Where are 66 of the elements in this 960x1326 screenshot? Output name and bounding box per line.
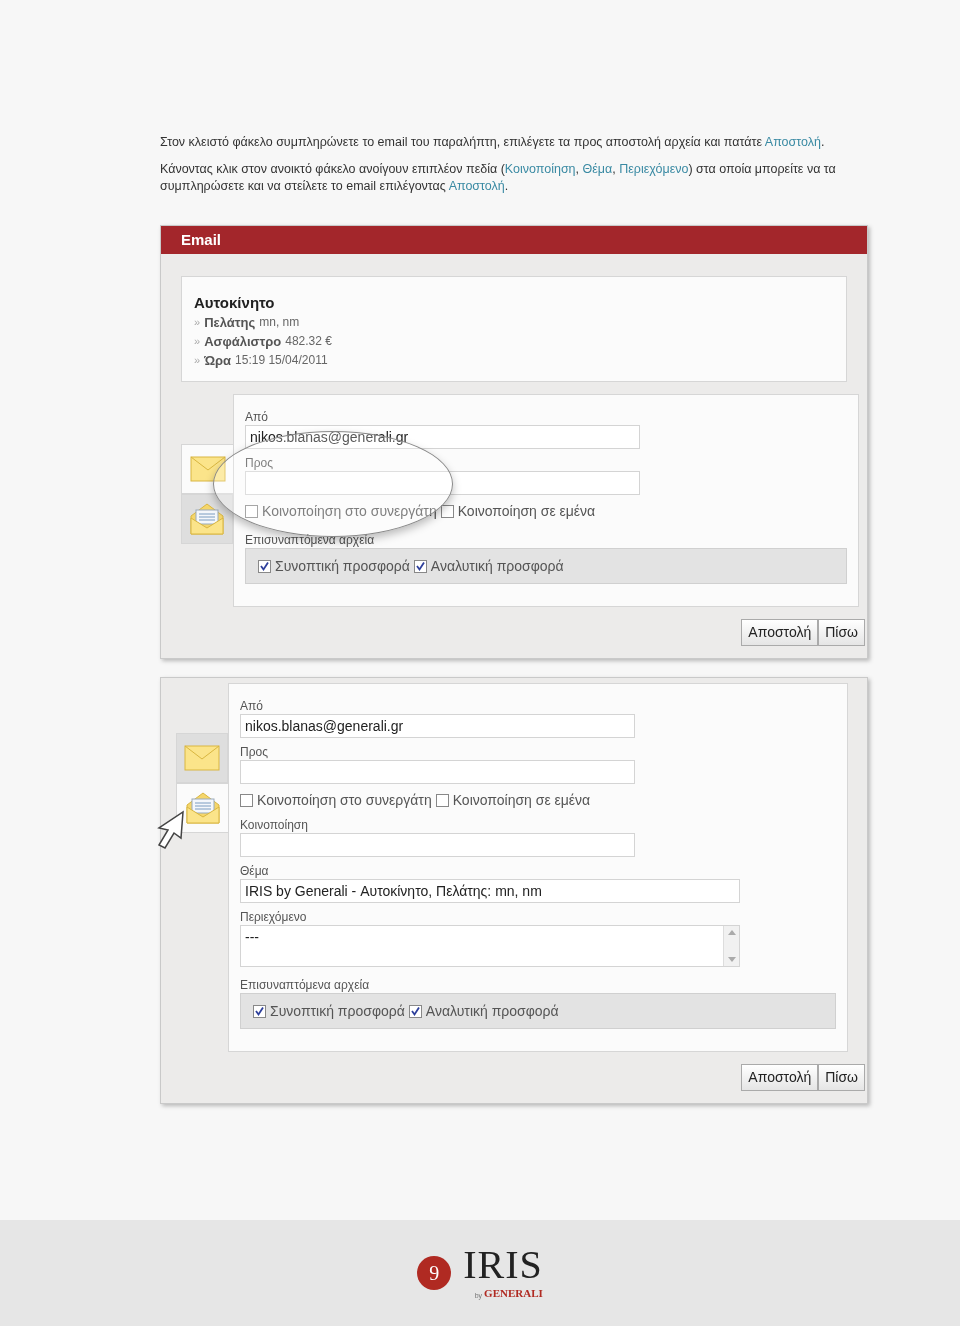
field-label: Από: [240, 698, 264, 714]
checkbox-label: Κοινοποίηση στο συνεργάτη: [257, 791, 432, 810]
dialog-button[interactable]: Αποστολή: [741, 1064, 819, 1091]
envelope-icon: [189, 456, 226, 482]
dialog-button[interactable]: Πίσω: [818, 1064, 865, 1091]
field-label: Επισυναπτόμενα αρχεία: [245, 532, 376, 548]
open-envelope-icon: [184, 791, 221, 825]
checkbox[interactable]: [258, 559, 271, 573]
field-label: Κοινοποίηση: [240, 817, 309, 833]
highlighted-term: Αποστολή: [448, 179, 505, 193]
scroll-up-icon[interactable]: [727, 930, 736, 935]
summary-value: 482.32 €: [285, 333, 332, 350]
field-label: Προς: [245, 455, 274, 471]
chevron-icon: »: [194, 332, 201, 351]
logo-text: IRIS: [463, 1244, 543, 1285]
checkbox[interactable]: [435, 794, 449, 807]
checkbox-label: Κοινοποίηση στο συνεργάτη: [262, 502, 437, 521]
input-field[interactable]: IRIS by Generali - Αυτοκίνητο, Πελάτης: mn, nm: [240, 879, 740, 903]
open-envelope-icon: [189, 502, 225, 536]
highlighted-term: Αποστολή: [764, 135, 821, 149]
checkbox[interactable]: [408, 1004, 422, 1018]
field-label: Από: [245, 409, 269, 425]
checkbox-label: Κοινοποίηση σε εμένα: [457, 502, 596, 521]
checkbox[interactable]: [245, 505, 258, 518]
scroll-down-icon[interactable]: [727, 957, 736, 962]
text-area[interactable]: ---: [240, 925, 740, 967]
summary-label: Πελάτης: [204, 314, 256, 332]
envelope-icon: [184, 745, 220, 771]
summary-value: 15:19 15/04/2011: [235, 352, 328, 369]
scrollbar[interactable]: [723, 926, 739, 966]
checkbox[interactable]: [440, 505, 454, 518]
input-field[interactable]: [240, 833, 635, 857]
highlighted-term: Κοινοποίηση: [504, 162, 576, 176]
input-field[interactable]: [240, 760, 635, 784]
dialog-button[interactable]: Αποστολή: [741, 619, 819, 646]
dialog-title: Email: [181, 229, 222, 250]
input-field[interactable]: [245, 471, 640, 495]
field-label: Θέμα: [240, 863, 270, 879]
checkbox-label: Κοινοποίηση σε εμένα: [452, 791, 591, 810]
checkbox[interactable]: [413, 559, 427, 573]
logo-brand: GENERALI: [484, 1285, 543, 1301]
summary-label: Ώρα: [204, 352, 232, 370]
checkbox-label: Αναλυτική προσφορά: [425, 1001, 559, 1021]
checkbox[interactable]: [253, 1004, 266, 1018]
checkbox-label: Συνοπτική προσφορά: [275, 556, 410, 576]
field-label: Επισυναπτόμενα αρχεία: [240, 977, 371, 993]
summary-value: mn, nm: [259, 314, 300, 331]
field-label: Προς: [240, 744, 269, 760]
envelope-tab[interactable]: [176, 733, 228, 783]
summary-label: Ασφάλιστρο: [204, 333, 282, 351]
chevron-icon: »: [194, 351, 201, 370]
dialog-button[interactable]: Πίσω: [818, 619, 865, 646]
envelope-tab[interactable]: [181, 444, 233, 494]
chevron-icon: »: [194, 313, 201, 332]
field-label: Περιεχόμενο: [240, 909, 308, 925]
page-number: 9: [417, 1256, 452, 1290]
checkbox-label: Αναλυτική προσφορά: [430, 556, 564, 576]
input-field[interactable]: nikos.blanas@generali.gr: [240, 714, 635, 738]
highlighted-term: Περιεχόμενο: [619, 162, 689, 176]
envelope-tab[interactable]: [176, 783, 228, 833]
checkbox[interactable]: [240, 794, 253, 807]
envelope-tab[interactable]: [181, 494, 233, 544]
checkbox-label: Συνοπτική προσφορά: [270, 1001, 405, 1021]
instruction-text: Κάνοντας κλικ στον ανοικτό φάκελο ανοίγουν επιπλέον πεδία (Κοινοποίηση, Θέμα, Περιεχόμενο) στα οποία μπορείτε να τα συμπληρώσετε και να στείλετε το email επιλέγοντας Αποστολή.: [160, 161, 837, 195]
instruction-text: Στον κλειστό φάκελο συμπληρώνετε το email του παραλήπτη, επιλέγετε τα προς αποστολή αρχεία και πατάτε Αποστολή.: [160, 134, 826, 151]
summary-heading: Αυτοκίνητο: [194, 293, 276, 313]
